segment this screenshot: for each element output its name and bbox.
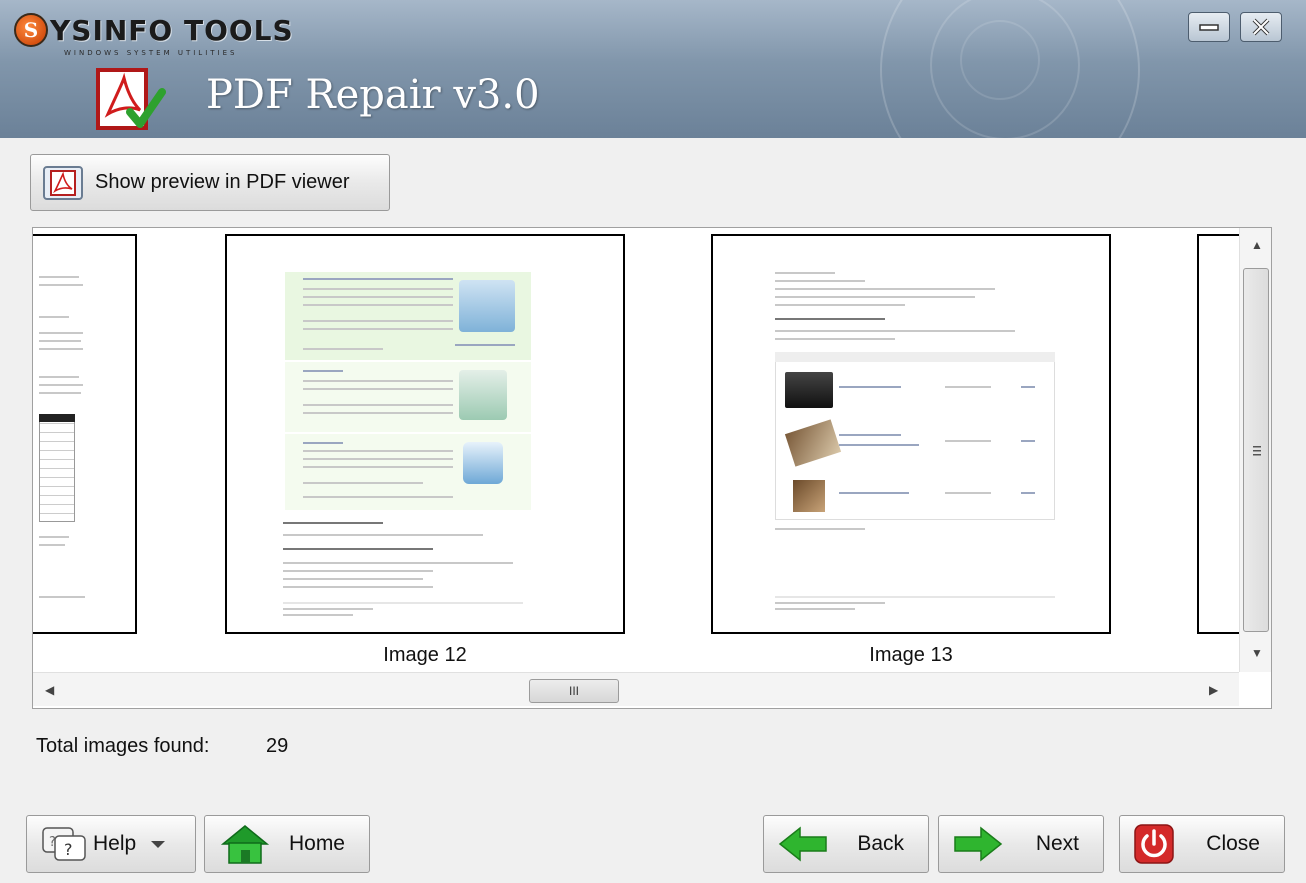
back-label: Back <box>857 832 904 855</box>
next-label: Next <box>1035 832 1079 855</box>
scroll-down-icon[interactable]: ▼ <box>1251 646 1263 660</box>
vertical-scroll-thumb[interactable] <box>1243 268 1269 632</box>
close-button[interactable]: Close <box>1119 815 1285 873</box>
scroll-up-icon[interactable]: ▲ <box>1251 238 1263 252</box>
decor-swirl <box>960 20 1040 100</box>
help-icon: ? ? <box>42 827 86 861</box>
svg-text:?: ? <box>64 840 73 859</box>
minimize-button[interactable] <box>1188 12 1230 42</box>
brand-logo: S YSINFO TOOLS <box>14 10 294 50</box>
help-button[interactable]: ? ? Help <box>26 815 196 873</box>
home-label: Home <box>288 832 345 855</box>
total-images-value: 29 <box>266 735 289 757</box>
image-caption-12: Image 12 <box>383 644 467 666</box>
power-icon <box>1134 824 1174 864</box>
image-thumbnail-partial[interactable] <box>33 234 137 634</box>
close-window-button[interactable] <box>1240 12 1282 42</box>
next-arrow-icon <box>954 826 1003 862</box>
brand-name: YSINFO TOOLS <box>50 13 294 47</box>
pdf-icon <box>43 165 83 200</box>
back-button[interactable]: Back <box>763 815 929 873</box>
close-label: Close <box>1206 832 1260 855</box>
scroll-right-icon[interactable]: ▶ <box>1209 683 1218 697</box>
close-window-icon <box>1252 18 1270 36</box>
home-button[interactable]: Home <box>204 815 370 873</box>
image-caption-13: Image 13 <box>869 644 953 666</box>
app-window: S YSINFO TOOLS WINDOWS SYSTEM UTILITIES … <box>0 0 1306 883</box>
image-thumbnail-13[interactable] <box>711 234 1111 634</box>
scroll-left-icon[interactable]: ◀ <box>45 683 54 697</box>
brand-tagline: WINDOWS SYSTEM UTILITIES <box>64 49 238 57</box>
brand-logo-icon: S <box>14 13 48 47</box>
show-preview-label: Show preview in PDF viewer <box>95 171 350 193</box>
vertical-scrollbar[interactable]: ▲ ▼ <box>1239 228 1271 672</box>
image-thumbnail-12[interactable] <box>225 234 625 634</box>
horizontal-scrollbar[interactable]: ◀ III ▶ <box>33 672 1239 706</box>
app-title: PDF Repair v3.0 <box>206 72 540 118</box>
svg-text:?: ? <box>49 835 56 850</box>
next-button[interactable]: Next <box>938 815 1104 873</box>
pdf-repair-icon <box>96 68 166 130</box>
show-preview-button[interactable]: Show preview in PDF viewer <box>30 154 390 211</box>
chevron-down-icon <box>151 841 166 848</box>
header-banner: S YSINFO TOOLS WINDOWS SYSTEM UTILITIES … <box>0 0 1306 138</box>
horizontal-scroll-thumb[interactable]: III <box>529 679 619 703</box>
back-arrow-icon <box>778 826 827 862</box>
help-label: Help <box>93 832 137 855</box>
grip-icon <box>1253 446 1261 456</box>
total-images-label: Total images found: <box>36 735 210 757</box>
home-icon <box>220 825 270 864</box>
image-preview-panel: Image 12 Image 13 ▲ ▼ ◀ III ▶ <box>32 227 1272 709</box>
minimize-icon <box>1199 24 1219 31</box>
